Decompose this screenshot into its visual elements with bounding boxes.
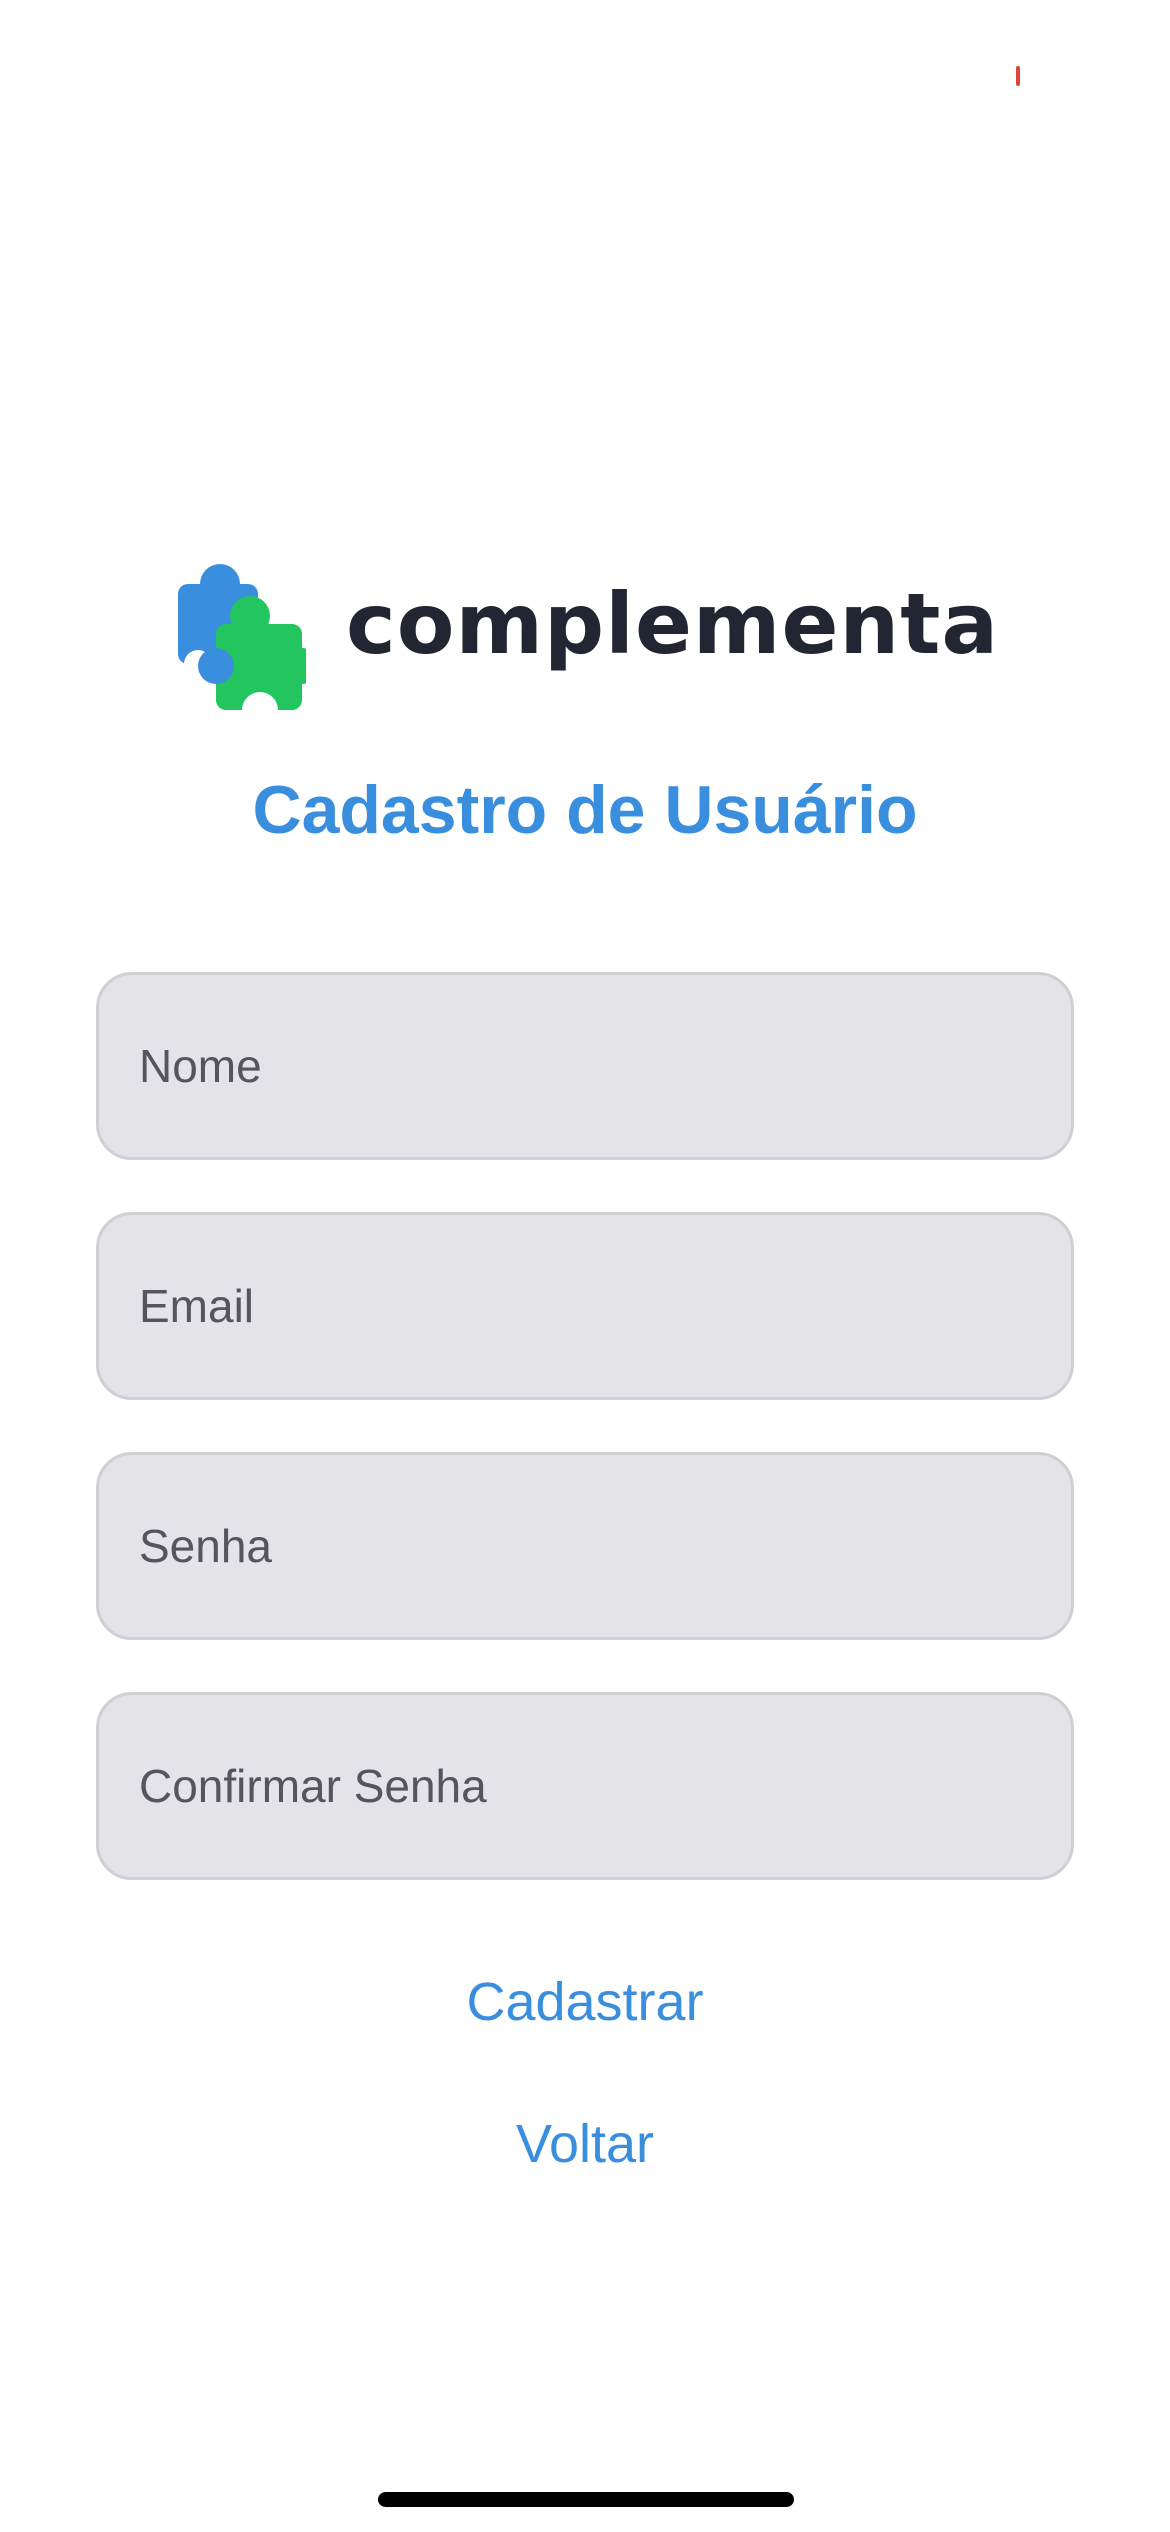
register-button[interactable]: Cadastrar — [0, 1970, 1170, 2034]
password-input[interactable] — [137, 1518, 1071, 1574]
password-field-container[interactable] — [96, 1452, 1074, 1640]
email-input[interactable] — [137, 1278, 1071, 1334]
name-input[interactable] — [137, 1038, 1071, 1094]
home-indicator[interactable] — [378, 2492, 794, 2507]
puzzle-pieces-icon — [178, 564, 306, 712]
brand-name: complementa — [346, 575, 1000, 673]
page-title: Cadastro de Usuário — [252, 772, 918, 848]
name-field-container[interactable] — [96, 972, 1074, 1160]
confirm-password-field-container[interactable] — [96, 1692, 1074, 1880]
app-logo: complementa — [178, 562, 998, 712]
status-indicator — [1016, 66, 1020, 86]
confirm-password-input[interactable] — [137, 1758, 1071, 1814]
back-button[interactable]: Voltar — [0, 2112, 1170, 2176]
email-field-container[interactable] — [96, 1212, 1074, 1400]
